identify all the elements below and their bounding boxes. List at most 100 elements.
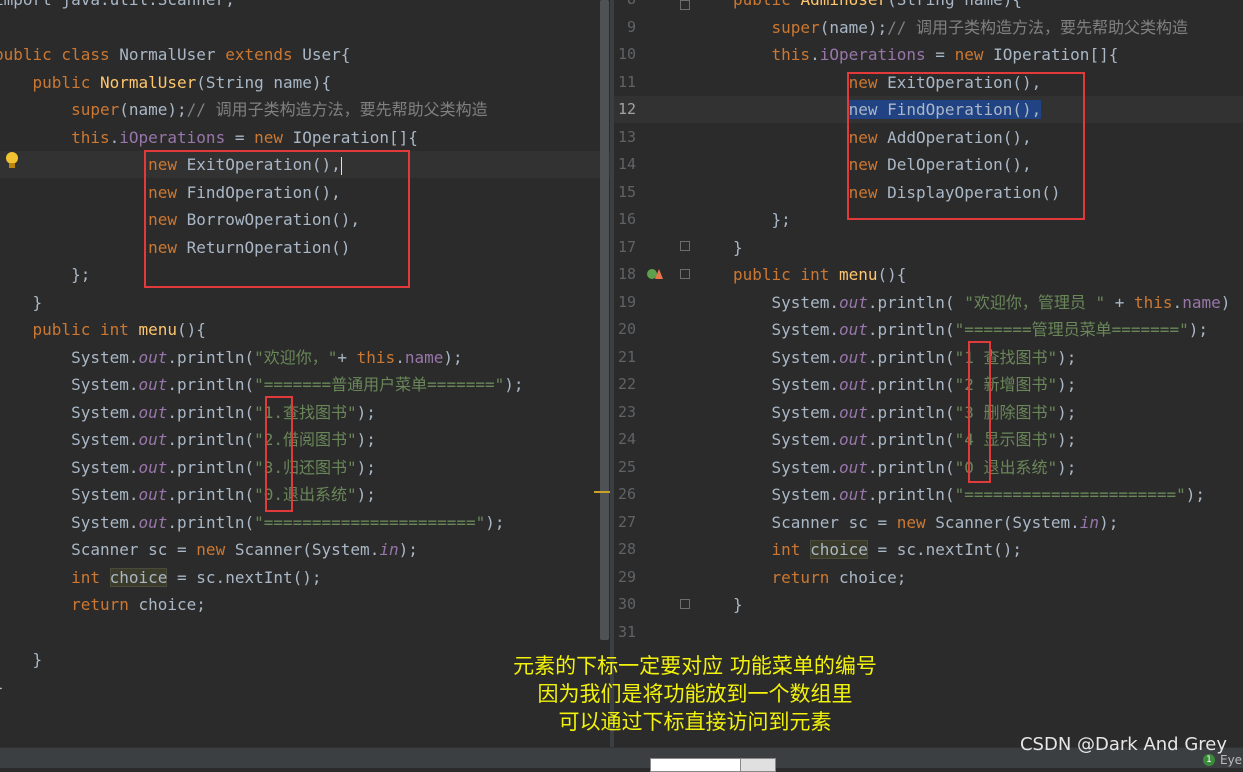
code-line[interactable]: System.out.println("====================…	[733, 481, 1206, 508]
code-line[interactable]: }	[0, 289, 43, 316]
line-number: 22	[617, 375, 636, 393]
code-token: }	[32, 292, 43, 312]
search-button[interactable]	[740, 758, 776, 772]
code-line[interactable]: }	[0, 674, 4, 701]
code-token: System.	[0, 375, 139, 394]
code-token: +	[1105, 292, 1135, 312]
code-line[interactable]: int choice = sc.nextInt();	[733, 536, 1022, 563]
annotation-line-2: 因为我们是将功能放到一个数组里	[537, 682, 853, 706]
code-line[interactable]: int choice = sc.nextInt();	[0, 564, 322, 591]
code-line[interactable]: System.out.println( "欢迎你，管理员 " + this.na…	[733, 289, 1231, 316]
code-line[interactable]: }	[733, 591, 743, 618]
code-token: new	[254, 127, 293, 147]
code-line[interactable]: System.out.println("1 查找图书");	[733, 344, 1077, 371]
code-token: out	[838, 292, 868, 312]
code-line[interactable]: return choice;	[0, 591, 206, 618]
code-line[interactable]: System.out.println("====================…	[0, 509, 505, 536]
code-line[interactable]: System.out.println("=======管理员菜单======="…	[733, 316, 1208, 343]
code-token: // 调用子类构造方法，要先帮助父类构造	[186, 100, 488, 119]
code-line[interactable]: public class NormalUser extends User{	[0, 41, 350, 68]
code-line[interactable]: System.out.println("2 新增图书");	[733, 371, 1077, 398]
code-token: User{	[302, 45, 351, 64]
code-token: out	[138, 347, 168, 367]
code-token: System.	[0, 485, 139, 504]
code-token: = sc.nextInt();	[167, 567, 322, 587]
fold-marker-icon[interactable]	[680, 0, 690, 10]
code-line[interactable]: Scanner sc = new Scanner(System.in);	[733, 509, 1119, 536]
code-token: out	[838, 375, 868, 394]
code-token: name	[1182, 292, 1221, 312]
code-line[interactable]: };	[733, 206, 791, 233]
code-token: this	[1134, 292, 1173, 312]
code-line[interactable]: Scanner sc = new Scanner(System.in);	[0, 536, 418, 563]
code-line[interactable]: this.iOperations = new IOperation[]{	[0, 124, 418, 151]
code-line[interactable]: System.out.println("2.借阅图书");	[0, 426, 376, 453]
code-line[interactable]: }	[733, 234, 743, 261]
code-token: .println(	[867, 485, 955, 504]
vertical-scrollbar[interactable]	[600, 0, 609, 640]
code-line[interactable]: public AdminUser(String name){	[733, 0, 1022, 13]
notification-badge[interactable]: 1	[1203, 754, 1215, 766]
code-line[interactable]: System.out.println("3.归还图书");	[0, 454, 376, 481]
line-number: 17	[617, 237, 636, 256]
code-token: (name);	[119, 100, 187, 119]
code-token: );	[1185, 485, 1206, 504]
code-line[interactable]: public int menu(){	[733, 261, 906, 288]
line-number: 26	[617, 485, 636, 503]
code-line[interactable]: super(name);// 调用子类构造方法，要先帮助父类构造	[733, 14, 1189, 41]
override-arrow-icon[interactable]	[655, 269, 663, 279]
code-line[interactable]: System.out.println("=======普通用户菜单=======…	[0, 371, 523, 398]
code-line[interactable]: import java.util.Scanner;	[0, 0, 235, 13]
code-token: .println(	[867, 375, 955, 394]
code-token: choice	[810, 540, 868, 559]
code-token: new	[954, 45, 994, 64]
code-token: Scanner(System.	[935, 512, 1080, 532]
code-line[interactable]: }	[0, 646, 43, 673]
code-token: }	[733, 595, 743, 614]
code-token: out	[838, 457, 868, 477]
lightbulb-icon[interactable]	[6, 152, 18, 168]
line-number: 9	[626, 17, 636, 36]
code-line[interactable]: };	[0, 261, 90, 288]
status-label[interactable]: Eye	[1220, 753, 1242, 767]
code-token: (){	[177, 320, 206, 339]
code-token: int	[0, 567, 110, 587]
search-input[interactable]	[650, 758, 742, 772]
code-token: (String name){	[196, 72, 332, 92]
code-token: extends	[225, 45, 303, 64]
code-line[interactable]: System.out.println("0.退出系统");	[0, 481, 376, 508]
fold-marker-icon[interactable]	[680, 599, 690, 609]
right-editor-pane[interactable]: public AdminUser(String name){8 super(na…	[614, 0, 1243, 747]
code-line[interactable]: System.out.println("1.查找图书");	[0, 399, 376, 426]
code-token: (){	[877, 265, 907, 284]
code-token: out	[838, 430, 868, 449]
code-token: Scanner sc =	[0, 540, 197, 559]
code-token: public int	[733, 265, 839, 284]
code-line[interactable]: return choice;	[733, 564, 907, 591]
code-token: System.	[733, 375, 839, 394]
code-token: public	[0, 72, 100, 92]
highlight-box-menu-numbers	[265, 396, 293, 512]
code-line[interactable]: System.out.println("0 退出系统");	[733, 454, 1077, 481]
code-line[interactable]: super(name);// 调用子类构造方法，要先帮助父类构造	[0, 96, 488, 123]
code-token: return	[733, 567, 839, 587]
code-token: out	[838, 485, 868, 504]
code-line[interactable]: System.out.println("4 显示图书");	[733, 426, 1077, 453]
code-line[interactable]: System.out.println("3 删除图书");	[733, 399, 1077, 426]
highlight-box-operations	[847, 72, 1085, 220]
code-line[interactable]: this.iOperations = new IOperation[]{	[733, 41, 1119, 68]
code-line[interactable]: System.out.println("欢迎你，"+ this.name);	[0, 344, 463, 371]
code-line[interactable]: public int menu(){	[0, 316, 206, 343]
code-token: super	[0, 100, 120, 119]
code-line[interactable]: public NormalUser(String name){	[0, 69, 332, 96]
code-token: super	[733, 17, 820, 37]
fold-marker-icon[interactable]	[680, 269, 690, 279]
fold-marker-icon[interactable]	[680, 241, 690, 251]
line-number: 27	[617, 512, 636, 531]
code-token: in	[1079, 512, 1100, 532]
code-token: System.	[733, 485, 839, 504]
left-editor-pane[interactable]: import java.util.Scanner; public class No…	[0, 0, 610, 747]
code-token: (String name){	[887, 0, 1022, 9]
code-token: .	[810, 45, 820, 64]
